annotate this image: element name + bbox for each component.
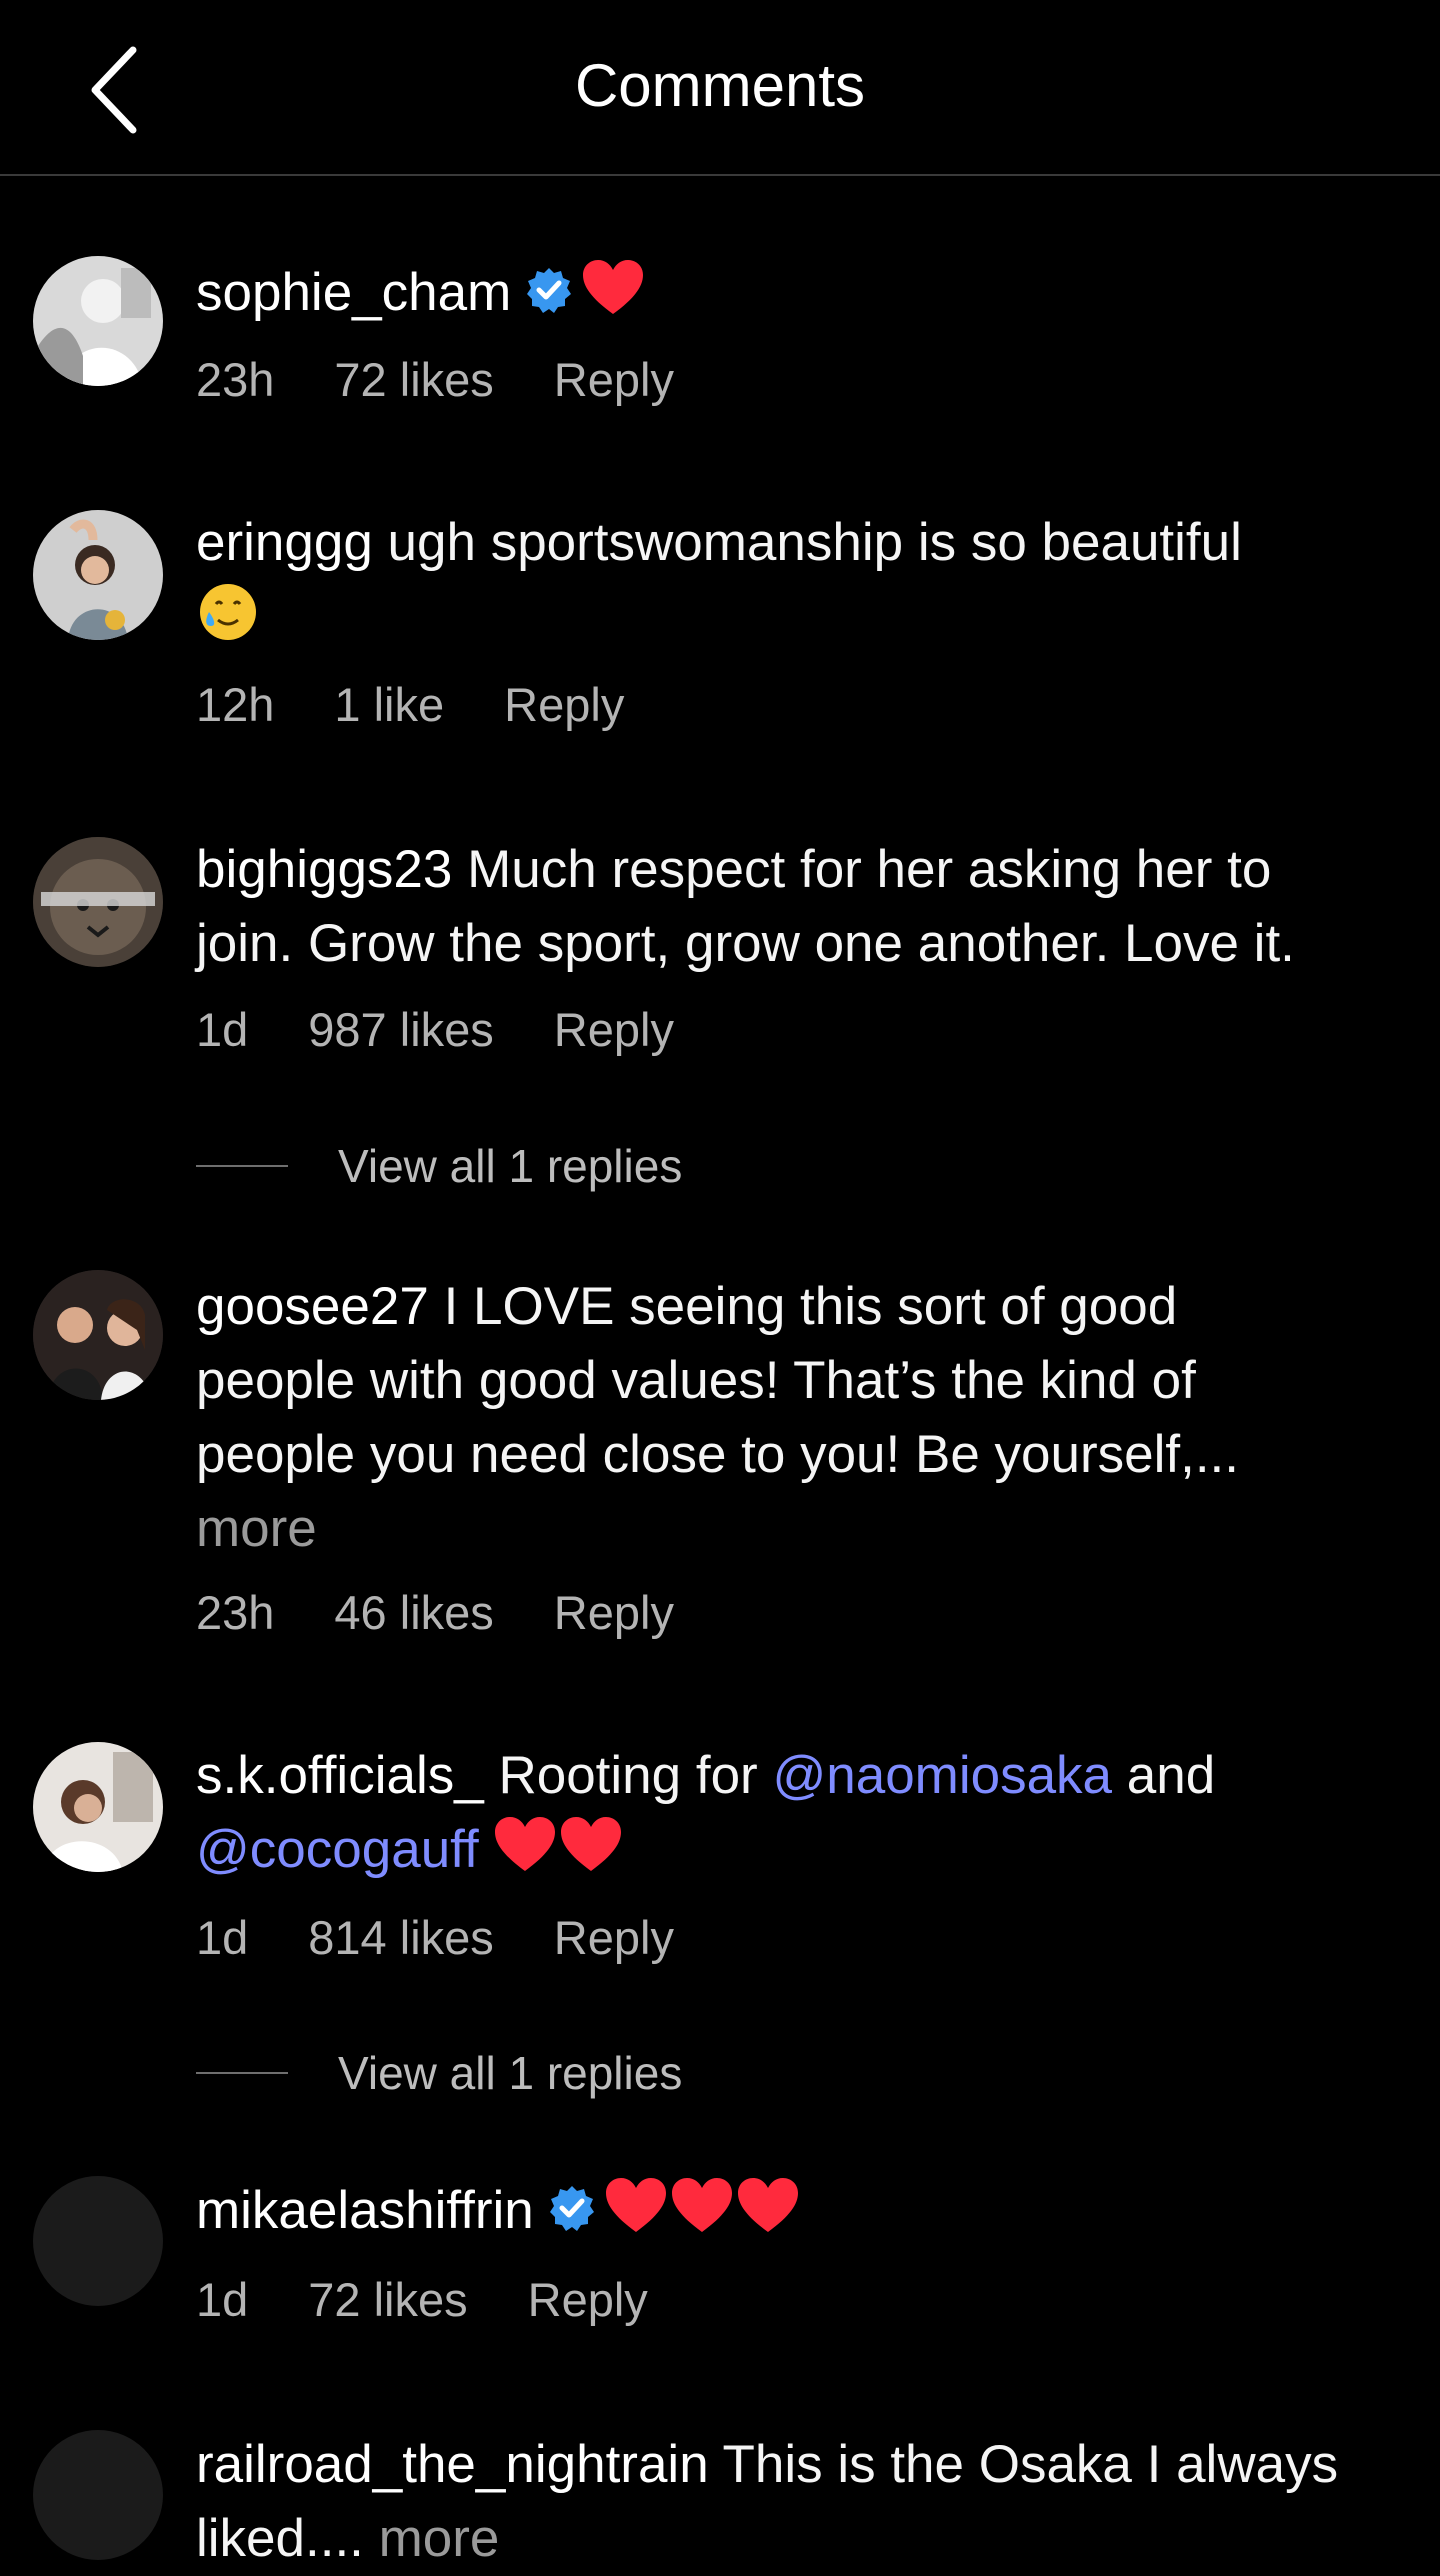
comment-meta: 1d 72 likes Reply <box>196 2270 708 2330</box>
heart-icon <box>494 1817 555 1871</box>
avatar[interactable] <box>33 1742 163 1872</box>
comment-meta: 23h 72 likes Reply <box>196 350 734 410</box>
verified-icon <box>549 2186 594 2231</box>
more-link[interactable]: more <box>379 2509 500 2568</box>
comment-text-line: people with good values! That’s the kind… <box>196 1351 1196 1410</box>
view-replies-label: View all 1 replies <box>338 2047 683 2099</box>
divider <box>196 1165 288 1167</box>
mention-link[interactable]: @cocogauff <box>196 1820 479 1879</box>
comment-likes[interactable]: 814 likes <box>308 1911 494 1964</box>
avatar[interactable] <box>33 2430 163 2560</box>
heart-icon <box>737 2178 798 2232</box>
comment-likes[interactable]: 1 like <box>334 678 444 731</box>
comment-time: 1d <box>196 1911 249 1964</box>
view-replies-button[interactable]: View all 1 replies <box>196 2043 682 2103</box>
comment-text-line: liked.... <box>196 2509 364 2568</box>
comment-username[interactable]: eringgg <box>196 513 373 572</box>
divider <box>196 2072 288 2074</box>
smiling-tear-emoji-icon <box>200 584 256 640</box>
comment-text: and <box>1126 1746 1216 1805</box>
reply-button[interactable]: Reply <box>528 2273 648 2326</box>
heart-icon <box>583 260 644 314</box>
heart-icon <box>560 1817 621 1871</box>
reply-button[interactable]: Reply <box>554 1003 674 1056</box>
view-replies-label: View all 1 replies <box>338 1140 683 1192</box>
comment-likes[interactable]: 987 likes <box>308 1003 494 1056</box>
comment-text: Rooting for <box>498 1746 758 1805</box>
comment-time: 12h <box>196 678 275 731</box>
comment-likes[interactable]: 72 likes <box>308 2273 467 2326</box>
comment-text: ugh sportswomanship is so beautiful <box>387 513 1242 572</box>
header-bar: Comments <box>0 0 1440 176</box>
avatar[interactable] <box>33 510 163 640</box>
avatar[interactable] <box>33 2176 163 2306</box>
reply-button[interactable]: Reply <box>554 1911 674 1964</box>
comment-meta: 1d 814 likes Reply <box>196 1908 734 1968</box>
reply-button[interactable]: Reply <box>504 678 624 731</box>
verified-icon <box>527 268 572 313</box>
avatar[interactable] <box>33 837 163 967</box>
comment-username[interactable]: railroad_the_nightrain <box>196 2435 709 2494</box>
page-title: Comments <box>574 52 866 119</box>
comment-text-line: join. Grow the sport, grow one another. … <box>196 914 1295 973</box>
comment-time: 1d <box>196 2273 249 2326</box>
reply-button[interactable]: Reply <box>554 353 674 406</box>
comment-text-line: Much respect for her asking her to <box>467 840 1272 899</box>
comment-time: 23h <box>196 353 275 406</box>
reply-button[interactable]: Reply <box>554 1586 674 1639</box>
comment-meta: 1d 987 likes Reply <box>196 1000 734 1060</box>
comment-meta: 23h 46 likes Reply <box>196 1583 734 1643</box>
comment-username[interactable]: s.k.officials_ <box>196 1746 484 1805</box>
comment-text-line: This is the Osaka I always <box>722 2435 1339 2494</box>
comment-username[interactable]: sophie_cham <box>196 263 511 322</box>
comment-likes[interactable]: 72 likes <box>334 353 493 406</box>
view-replies-button[interactable]: View all 1 replies <box>196 1136 682 1196</box>
heart-icon <box>671 2178 732 2232</box>
comment-text-line: people you need close to you! Be yoursel… <box>196 1425 1239 1484</box>
mention-link[interactable]: @naomiosaka <box>772 1746 1112 1805</box>
comment-text-line: I LOVE seeing this sort of good <box>443 1277 1178 1336</box>
avatar[interactable] <box>33 1270 163 1400</box>
comment-username[interactable]: goosee27 <box>196 1277 429 1336</box>
comment-username[interactable]: mikaelashiffrin <box>196 2181 534 2240</box>
more-link[interactable]: more <box>196 1499 317 1558</box>
comment-meta: 12h 1 like Reply <box>196 675 684 735</box>
comment-time: 23h <box>196 1586 275 1639</box>
avatar[interactable] <box>33 256 163 386</box>
comment-likes[interactable]: 46 likes <box>334 1586 493 1639</box>
comment-username[interactable]: bighiggs23 <box>196 840 452 899</box>
comment-time: 1d <box>196 1003 249 1056</box>
heart-icon <box>605 2178 666 2232</box>
